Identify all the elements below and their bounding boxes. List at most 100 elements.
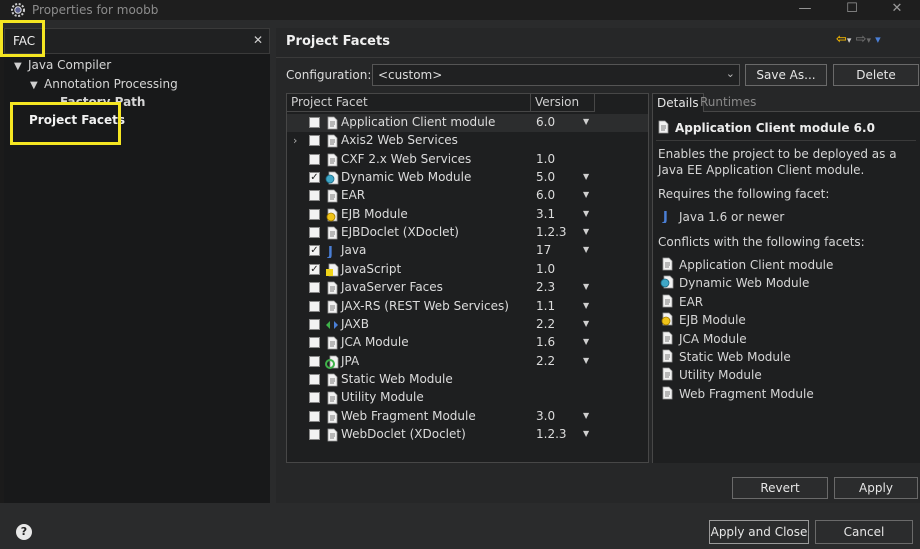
facet-checkbox[interactable] <box>309 410 320 422</box>
column-header-version[interactable]: Version <box>531 94 595 112</box>
clear-icon[interactable]: ✕ <box>253 33 263 47</box>
chevron-right-icon[interactable]: › <box>293 134 297 147</box>
facet-checkbox[interactable]: ✓ <box>309 245 320 257</box>
save-as-button[interactable]: Save As... <box>745 64 827 86</box>
apply-button[interactable]: Apply <box>834 477 918 499</box>
configuration-label: Configuration: <box>286 68 372 82</box>
revert-button[interactable]: Revert <box>732 477 828 499</box>
facet-checkbox[interactable]: ✓ <box>309 172 320 184</box>
facet-checkbox[interactable] <box>309 318 320 330</box>
facet-version[interactable]: 2.2 <box>536 354 555 368</box>
facet-checkbox[interactable] <box>309 355 320 367</box>
facet-row[interactable]: JAX-RS (REST Web Services) 1.1 ▼ <box>287 298 648 316</box>
facet-row[interactable]: JAXB 2.2 ▼ <box>287 316 648 334</box>
version-dropdown-icon[interactable]: ▼ <box>583 227 589 236</box>
minimize-button[interactable]: — <box>782 0 828 20</box>
facet-version[interactable]: 17 <box>536 243 551 257</box>
facet-row[interactable]: Utility Module <box>287 389 648 407</box>
facet-checkbox[interactable]: ✓ <box>309 263 320 275</box>
facet-checkbox[interactable] <box>309 208 320 220</box>
version-dropdown-icon[interactable]: ▼ <box>583 319 589 328</box>
forward-arrow-icon[interactable]: ⇨ <box>856 32 867 47</box>
version-dropdown-icon[interactable]: ▼ <box>583 117 589 126</box>
back-dropdown-icon[interactable]: ▾ <box>847 36 852 46</box>
facet-version[interactable]: 3.1 <box>536 207 555 221</box>
facet-name: JAXB <box>341 316 369 331</box>
facet-checkbox[interactable] <box>309 428 320 440</box>
facet-row[interactable]: WebDoclet (XDoclet) 1.2.3 ▼ <box>287 426 648 444</box>
facet-checkbox[interactable] <box>309 190 320 202</box>
header-separator <box>276 57 920 58</box>
column-header-facet[interactable]: Project Facet <box>287 94 531 112</box>
facet-version[interactable]: 1.1 <box>536 299 555 313</box>
document-icon <box>325 300 339 314</box>
version-dropdown-icon[interactable]: ▼ <box>583 190 589 199</box>
facet-row[interactable]: Static Web Module <box>287 371 648 389</box>
facet-row[interactable]: EJB Module 3.1 ▼ <box>287 206 648 224</box>
facet-checkbox[interactable] <box>309 300 320 312</box>
view-menu-icon[interactable]: ▾ <box>875 33 881 46</box>
facet-version[interactable]: 5.0 <box>536 170 555 184</box>
tab-runtimes[interactable]: Runtimes <box>696 93 760 112</box>
facet-version[interactable]: 1.2.3 <box>536 225 567 239</box>
facet-checkbox[interactable] <box>309 135 320 147</box>
apply-and-close-button[interactable]: Apply and Close <box>709 520 809 544</box>
delete-button[interactable]: Delete <box>833 64 919 86</box>
facet-row[interactable]: JCA Module 1.6 ▼ <box>287 334 648 352</box>
facet-row[interactable]: JPA 2.2 ▼ <box>287 353 648 371</box>
facet-row[interactable]: CXF 2.x Web Services 1.0 <box>287 151 648 169</box>
version-dropdown-icon[interactable]: ▼ <box>583 301 589 310</box>
help-icon[interactable]: ? <box>16 524 32 540</box>
svg-text:J: J <box>662 210 668 223</box>
window-title: Properties for moobb <box>32 3 159 17</box>
facet-version: 1.0 <box>536 261 556 276</box>
version-dropdown-icon[interactable]: ▼ <box>583 245 589 254</box>
facet-version[interactable]: 2.3 <box>536 280 555 294</box>
facet-row[interactable]: ✓ Dynamic Web Module 5.0 ▼ <box>287 169 648 187</box>
document-icon <box>656 120 670 134</box>
cancel-button[interactable]: Cancel <box>815 520 913 544</box>
facet-version[interactable]: 3.0 <box>536 409 555 423</box>
version-dropdown-icon[interactable]: ▼ <box>583 411 589 420</box>
facet-checkbox[interactable] <box>309 337 320 349</box>
version-dropdown-icon[interactable]: ▼ <box>583 172 589 181</box>
facet-checkbox[interactable] <box>309 227 320 239</box>
facet-checkbox[interactable] <box>309 392 320 404</box>
tree-item-java-compiler[interactable]: ▼ Java Compiler <box>14 58 111 72</box>
facet-version[interactable]: 6.0 <box>536 115 555 129</box>
facet-version[interactable]: 1.2.3 <box>536 427 567 441</box>
facet-row[interactable]: EAR 6.0 ▼ <box>287 187 648 205</box>
facet-row[interactable]: Application Client module 6.0 ▼ <box>287 114 648 132</box>
document-icon <box>660 257 674 271</box>
facet-checkbox[interactable] <box>309 282 320 294</box>
version-dropdown-icon[interactable]: ▼ <box>583 337 589 346</box>
conflicting-facet: Utility Module <box>679 368 762 383</box>
facet-version[interactable]: 2.2 <box>536 317 555 331</box>
facet-row[interactable]: Web Fragment Module 3.0 ▼ <box>287 408 648 426</box>
facet-checkbox[interactable] <box>309 373 320 385</box>
close-button[interactable]: ✕ <box>874 0 920 20</box>
version-dropdown-icon[interactable]: ▼ <box>583 356 589 365</box>
facet-checkbox[interactable] <box>309 117 320 128</box>
facet-version[interactable]: 1.6 <box>536 335 555 349</box>
maximize-button[interactable]: ☐ <box>829 0 875 20</box>
facet-version[interactable]: 6.0 <box>536 188 555 202</box>
facet-row[interactable]: ✓ JavaScript 1.0 <box>287 261 648 279</box>
facet-checkbox[interactable] <box>309 153 320 165</box>
version-dropdown-icon[interactable]: ▼ <box>583 282 589 291</box>
version-dropdown-icon[interactable]: ▼ <box>583 209 589 218</box>
facet-name: JavaScript <box>341 261 402 276</box>
tree-item-annotation-processing[interactable]: ▼ Annotation Processing <box>30 77 178 91</box>
facet-row[interactable]: ✓ J Java 17 ▼ <box>287 242 648 260</box>
configuration-combo[interactable]: <custom> ⌄ <box>372 64 740 86</box>
version-dropdown-icon[interactable]: ▼ <box>583 429 589 438</box>
details-description: Java EE Application Client module. <box>658 163 865 177</box>
facet-row[interactable]: JavaServer Faces 2.3 ▼ <box>287 279 648 297</box>
facet-row[interactable]: EJBDoclet (XDoclet) 1.2.3 ▼ <box>287 224 648 242</box>
facet-row[interactable]: › Axis2 Web Services <box>287 132 648 150</box>
configuration-value: <custom> <box>378 68 443 82</box>
facet-name: Application Client module <box>341 115 496 129</box>
facet-name: JPA <box>341 353 360 368</box>
back-arrow-icon[interactable]: ⇦ <box>836 32 847 47</box>
forward-dropdown-icon[interactable]: ▾ <box>866 36 871 46</box>
